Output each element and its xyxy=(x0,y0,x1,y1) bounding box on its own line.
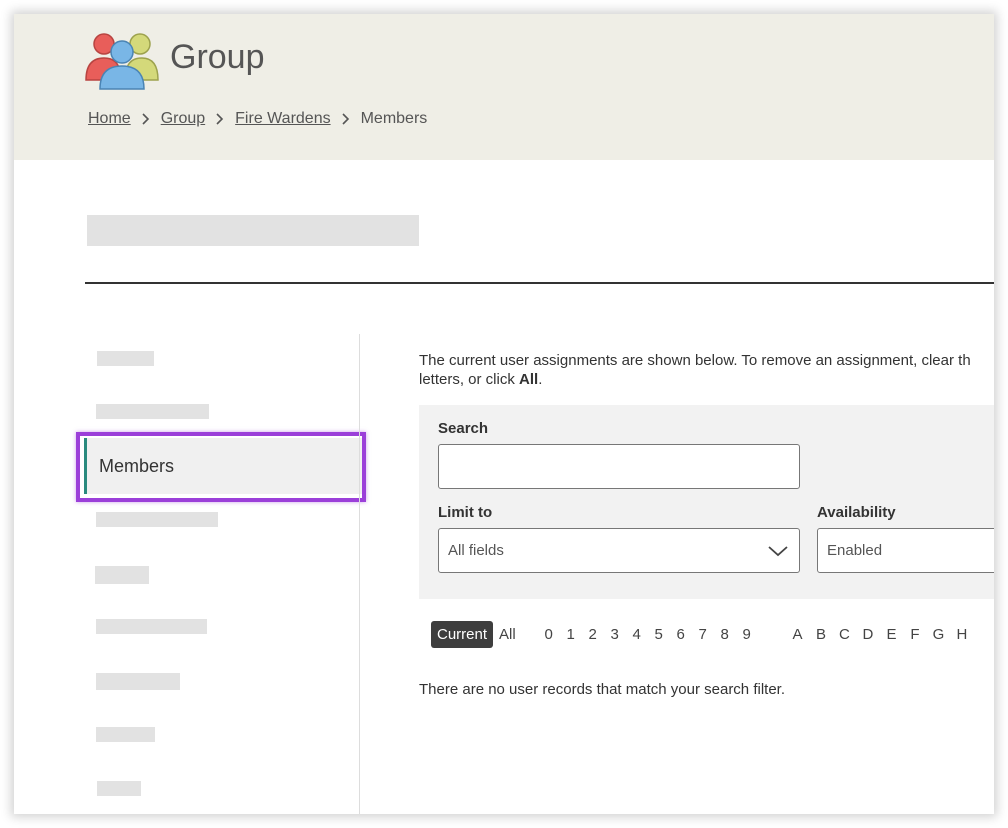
letter-filter-bar: Current All 0 1 2 3 4 5 6 7 8 9 A B C D … xyxy=(431,620,974,648)
breadcrumb-group-link[interactable]: Group xyxy=(161,110,205,128)
filter-all-link[interactable]: All xyxy=(499,626,516,643)
filter-digit-link[interactable]: 7 xyxy=(692,626,714,643)
filter-letter-link[interactable]: H xyxy=(950,626,974,643)
sidebar-item-placeholder[interactable] xyxy=(96,404,209,419)
chevron-right-icon xyxy=(139,113,153,125)
chevron-right-icon xyxy=(339,113,353,125)
filter-digit-link[interactable]: 6 xyxy=(670,626,692,643)
breadcrumb-fire-wardens-link[interactable]: Fire Wardens xyxy=(235,110,330,128)
sidebar-item-label: Members xyxy=(99,455,175,476)
sidebar-item-placeholder[interactable] xyxy=(97,781,141,796)
intro-line-2-text: letters, or click xyxy=(419,371,520,388)
limit-to-value: All fields xyxy=(448,542,504,559)
intro-text: The current user assignments are shown b… xyxy=(419,351,994,389)
filter-letter-link[interactable]: E xyxy=(880,626,904,643)
availability-select[interactable]: Enabled xyxy=(817,528,994,573)
sidebar-item-placeholder[interactable] xyxy=(96,619,207,634)
search-label: Search xyxy=(438,420,489,437)
filter-letter-link[interactable]: G xyxy=(927,626,951,643)
filter-current-button[interactable]: Current xyxy=(431,620,494,648)
app-window: Group Home Group Fire Wardens Members Me… xyxy=(14,14,994,814)
filter-letter-link[interactable]: C xyxy=(833,626,857,643)
breadcrumb-current: Members xyxy=(360,110,428,127)
filter-letter-link[interactable]: D xyxy=(856,626,880,643)
sidebar-item-placeholder[interactable] xyxy=(96,512,218,527)
limit-to-label: Limit to xyxy=(438,504,493,521)
availability-value: Enabled xyxy=(827,542,883,559)
breadcrumb: Home Group Fire Wardens Members xyxy=(88,110,427,128)
intro-line-2: letters, or click All. xyxy=(419,370,994,389)
availability-label: Availability xyxy=(817,504,896,521)
filter-digit-link[interactable]: 0 xyxy=(538,626,560,643)
chevron-right-icon xyxy=(213,113,227,125)
intro-line-1: The current user assignments are shown b… xyxy=(419,352,971,369)
filter-digit-link[interactable]: 3 xyxy=(604,626,626,643)
filter-digit-link[interactable]: 9 xyxy=(736,626,758,643)
group-people-icon xyxy=(85,33,159,90)
chevron-down-icon xyxy=(768,546,788,557)
filter-digit-link[interactable]: 2 xyxy=(582,626,604,643)
sidebar-item-placeholder[interactable] xyxy=(96,727,155,742)
filter-digit-link[interactable]: 5 xyxy=(648,626,670,643)
limit-to-select[interactable]: All fields xyxy=(438,528,800,573)
filter-letter-link[interactable]: F xyxy=(903,626,927,643)
filter-digit-link[interactable]: 8 xyxy=(714,626,736,643)
title-divider xyxy=(85,282,994,284)
filter-digit-link[interactable]: 4 xyxy=(626,626,648,643)
app-title: Group xyxy=(170,38,265,76)
filter-panel: Search Limit to All fields Availability … xyxy=(419,405,994,599)
filter-digit-link[interactable]: 1 xyxy=(560,626,582,643)
search-input[interactable] xyxy=(438,444,800,489)
page-title-placeholder xyxy=(87,215,419,246)
sidebar-item-placeholder[interactable] xyxy=(95,566,149,584)
empty-results-message: There are no user records that match you… xyxy=(419,681,785,698)
intro-all-bold: All xyxy=(519,371,539,388)
filter-letter-link[interactable]: B xyxy=(809,626,833,643)
page-header: Group Home Group Fire Wardens Members xyxy=(14,14,994,160)
intro-line-2-end: . xyxy=(538,371,543,388)
filter-letter-link[interactable]: A xyxy=(786,626,810,643)
sidebar-item-members[interactable]: Members xyxy=(84,438,362,494)
breadcrumb-home-link[interactable]: Home xyxy=(88,110,131,128)
sidebar-divider xyxy=(359,334,360,814)
sidebar-item-placeholder[interactable] xyxy=(96,673,180,690)
sidebar-item-placeholder[interactable] xyxy=(97,351,154,366)
